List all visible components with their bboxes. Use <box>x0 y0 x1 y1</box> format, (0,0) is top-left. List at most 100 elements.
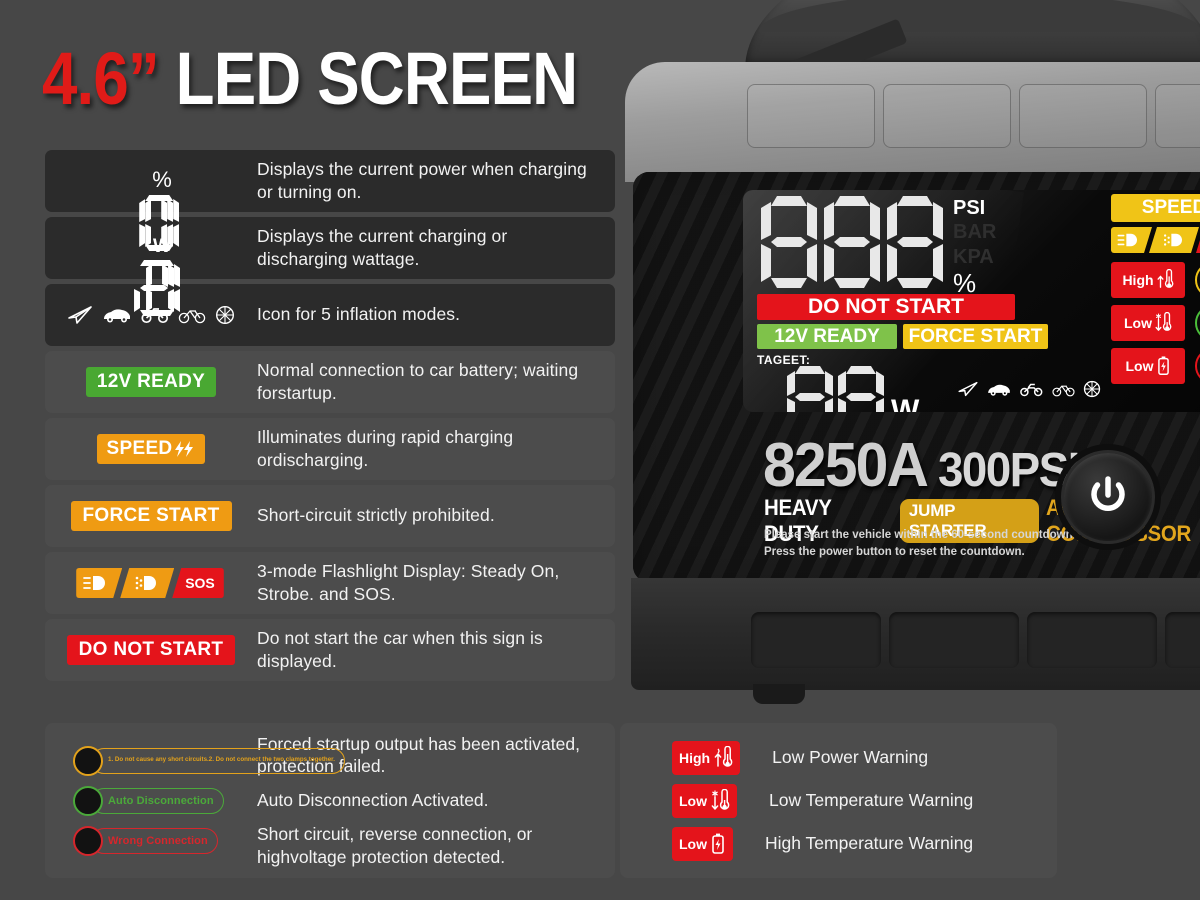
spec-headline: 8250A 300PSI <box>763 430 1086 501</box>
power-button[interactable] <box>1061 450 1155 544</box>
low-temperature-icon <box>1154 312 1172 334</box>
unit-bar: BAR <box>953 221 997 244</box>
indicator-lamp-orange <box>73 745 103 776</box>
badge-force-start: FORCE START <box>70 501 232 531</box>
bottom-panel-1 <box>751 612 881 668</box>
feature-text-flashlight: 3-mode Flashlight Display: Steady On, St… <box>257 560 560 604</box>
screen-high-label: High <box>1122 272 1154 288</box>
badge-low-battery: Low <box>672 826 733 861</box>
warning-text-low-temperature: Low Temperature Warning <box>769 790 974 810</box>
indicator-lamp-red <box>73 825 103 856</box>
power-icon <box>1088 475 1128 519</box>
badge-low-label: Low <box>679 835 707 852</box>
bicycle-icon <box>1051 382 1076 397</box>
bottom-panel-3 <box>1027 612 1157 668</box>
device-foot <box>753 684 805 704</box>
indicator-panel: 1. Do not cause any short circuits. 2. D… <box>45 723 615 878</box>
feature-text-speed: Illuminates during rapid charging ordisc… <box>257 426 514 470</box>
warning-text-low-power: Low Power Warning <box>772 747 929 767</box>
feature-text-wattage: Displays the current charging or dischar… <box>257 225 508 269</box>
screen-watt-unit: W <box>891 394 920 412</box>
screen-pill-auto-disconnection: Auto Disconnection <box>1195 305 1200 341</box>
badge-speed: SPEED <box>96 434 206 464</box>
caption-text: Wrong Connection <box>108 834 208 847</box>
screen-force-start: FORCE START <box>903 324 1048 349</box>
title-rest-text: LED SCREEN <box>158 37 578 120</box>
screen-pill-wrong-connection: Wrong Connection <box>1195 348 1200 384</box>
led-screen: PSI BAR KPA % DO NOT START 12V READY FOR… <box>743 190 1200 412</box>
pressure-unit-stack: PSI BAR KPA <box>953 196 996 269</box>
screen-warning-row-low-temp: Low Auto Disconnection <box>1111 305 1200 341</box>
dart-icon <box>67 305 93 325</box>
car-icon <box>102 306 132 324</box>
pressure-digits <box>761 196 950 288</box>
warning-row-low-power: High Low Power Warning <box>672 740 1057 775</box>
page-title: 4.6” LED SCREEN <box>42 42 578 116</box>
bottom-panel-2 <box>889 612 1019 668</box>
badge-speed-label: SPEED <box>106 438 173 459</box>
unit-psi: PSI <box>953 197 986 219</box>
top-panel-2 <box>883 84 1011 148</box>
spec-amperage: 8250A <box>763 431 929 500</box>
top-panel-4 <box>1155 84 1200 148</box>
device-front-face: JFEGWO PSI BAR KPA % DO NOT START 12V RE… <box>633 172 1200 582</box>
feature-row-12v-ready: 12V READY Normal connection to car batte… <box>45 351 615 413</box>
feature-row-battery-percent: % Displays the current power when chargi… <box>45 150 615 212</box>
warning-text-high-temperature: High Temperature Warning <box>765 833 974 853</box>
headlight-steady-icon <box>1111 227 1152 253</box>
indicator-caption-short-circuit: 1. Do not cause any short circuits. 2. D… <box>91 747 345 774</box>
screen-badge-low-battery: Low <box>1111 348 1185 384</box>
caption-text: Auto Disconnection <box>108 794 214 807</box>
headlight-strobe-icon <box>1149 227 1199 253</box>
feature-row-force-start: FORCE START Short-circuit strictly prohi… <box>45 485 615 547</box>
screen-lamp-green <box>1195 305 1200 341</box>
screen-warning-row-high: High 1. Do not cause any short circuits.… <box>1111 262 1200 298</box>
warning-row-low-temperature: Low Low Temperature Warning <box>672 783 1057 818</box>
indicator-pill-short-circuit: 1. Do not cause any short circuits. 2. D… <box>73 745 345 776</box>
badge-high-temperature: High <box>672 740 741 775</box>
feature-list: % Displays the current power when chargi… <box>45 150 615 686</box>
ball-icon <box>1083 380 1101 398</box>
badge-high-label: High <box>679 749 711 766</box>
device-top-housing <box>625 62 1200 182</box>
device-bottom-housing <box>631 578 1200 690</box>
screen-lamp-red <box>1195 348 1200 384</box>
motorcycle-icon <box>1019 382 1044 397</box>
screen-pill-short-circuit: 1. Do not cause any short circuits. 2. D… <box>1195 262 1200 298</box>
feature-row-do-not-start: DO NOT START Do not start the car when t… <box>45 619 615 681</box>
screen-low-label: Low <box>1125 358 1154 374</box>
bicycle-icon <box>178 306 206 324</box>
seven-segment-display-percent: % <box>45 167 257 195</box>
feature-row-wattage: W Displays the current charging or disch… <box>45 217 615 279</box>
high-temperature-icon <box>713 745 733 770</box>
screen-12v-ready: 12V READY <box>757 324 897 349</box>
spec-pressure: 300PSI <box>937 444 1080 497</box>
badge-12v-ready-wrap: 12V READY <box>45 367 257 397</box>
unit-kpa: KPA <box>953 245 994 268</box>
low-temperature-icon <box>710 788 730 813</box>
screen-size-text: 4.6” <box>42 37 160 120</box>
screen-low-label: Low <box>1124 315 1152 331</box>
car-icon <box>986 382 1012 397</box>
screen-do-not-start: DO NOT START <box>757 294 1015 320</box>
feature-text-inflation-modes: Icon for 5 inflation modes. <box>257 304 461 325</box>
badge-flashlight: SOS <box>76 568 226 598</box>
caption-line-2: 2. Do not connect the two clamps togethe… <box>208 756 335 763</box>
badge-12v-ready: 12V READY <box>85 367 217 397</box>
badge-do-not-start: DO NOT START <box>66 635 236 665</box>
top-panel-1 <box>747 84 875 148</box>
countdown-note-line-2: Press the power button to reset the coun… <box>764 546 1025 559</box>
high-temperature-icon <box>1156 269 1174 291</box>
screen-badge-flashlight: SOS <box>1111 227 1200 253</box>
indicator-pill-wrong-connection: Wrong Connection <box>73 825 257 856</box>
screen-watt-display: W <box>787 366 919 412</box>
low-battery-icon <box>1156 355 1171 377</box>
lightning-bolt-icon <box>173 440 195 458</box>
screen-warning-row-low-battery: Low Wrong Connection <box>1111 348 1200 384</box>
feature-text-12v-ready: Normal connection to car battery; waitin… <box>257 359 579 403</box>
indicator-lamp-green <box>73 785 103 816</box>
warning-row-high-temperature: Low High Temperature Warning <box>672 826 1057 861</box>
countdown-note-line-1: Please start the vehicle within the 60-s… <box>764 529 1076 541</box>
feature-text-battery-percent: Displays the current power when charging… <box>257 158 587 202</box>
feature-row-inflation-modes: Icon for 5 inflation modes. <box>45 284 615 346</box>
